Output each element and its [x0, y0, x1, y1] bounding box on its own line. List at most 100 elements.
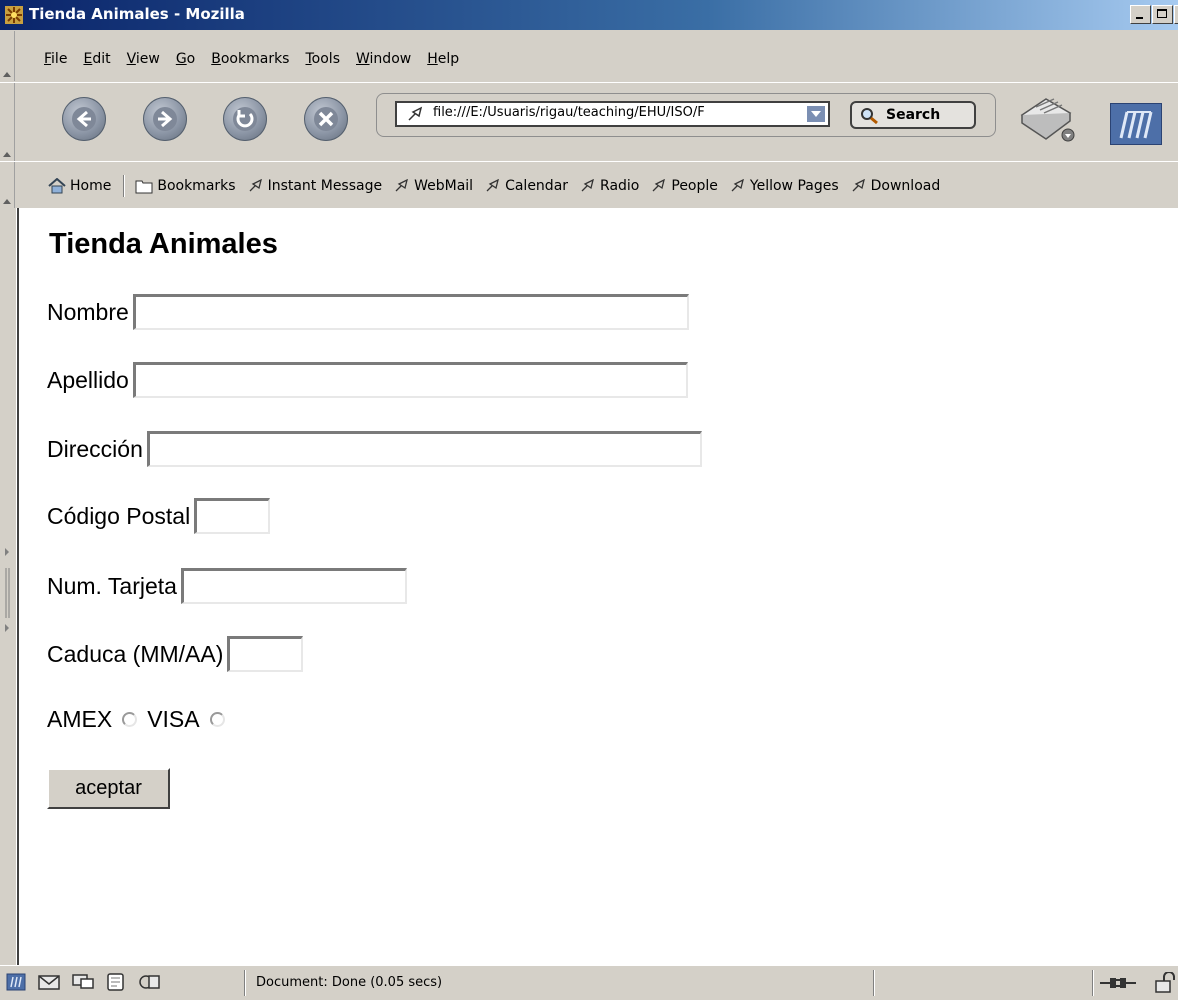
stop-icon: [314, 107, 338, 131]
apellido-input[interactable]: [132, 362, 688, 398]
mozilla-app-icon[interactable]: [5, 6, 23, 24]
form-row-caduca: Caduca (MM/AA): [47, 636, 304, 672]
print-icon[interactable]: [1016, 93, 1082, 145]
menu-window[interactable]: Window: [356, 51, 411, 71]
menu-items: File Edit View Go Bookmarks Tools Window…: [44, 51, 475, 71]
num-tarjeta-label: Num. Tarjeta: [47, 572, 177, 599]
online-status-icon[interactable]: [1100, 974, 1136, 992]
codigo-postal-label: Código Postal: [47, 502, 191, 529]
address-book-icon[interactable]: [138, 973, 160, 991]
menu-view[interactable]: View: [127, 51, 160, 71]
menu-go[interactable]: Go: [176, 51, 195, 71]
bookmark-people[interactable]: People: [651, 178, 718, 194]
menu-edit[interactable]: Edit: [83, 51, 110, 71]
minimize-icon: [1136, 17, 1143, 19]
bookmark-link-icon: [852, 179, 865, 192]
menu-bar: File Edit View Go Bookmarks Tools Window…: [0, 31, 1178, 81]
close-button[interactable]: [1174, 5, 1178, 24]
search-button[interactable]: Search: [850, 101, 976, 129]
stop-button[interactable]: [304, 97, 348, 141]
num-tarjeta-input[interactable]: [180, 568, 407, 604]
bookmark-link-icon: [652, 179, 666, 192]
url-text[interactable]: file:///E:/Usuaris/rigau/teaching/EHU/IS…: [433, 105, 803, 120]
back-arrow-icon: [72, 107, 96, 131]
forward-arrow-icon: [153, 107, 177, 131]
mozilla-throbber-logo[interactable]: [1110, 103, 1162, 145]
mozilla-m-icon: [1119, 111, 1153, 139]
magnifier-icon: [861, 108, 878, 125]
mail-icon[interactable]: [38, 973, 60, 991]
collapse-arrow-icon: [3, 72, 11, 77]
visa-label: VISA: [147, 706, 200, 732]
personal-toolbar-grippy[interactable]: [0, 162, 15, 208]
folder-icon: [135, 180, 153, 193]
bookmark-link-icon: [249, 179, 262, 192]
bookmark-yellow-pages[interactable]: Yellow Pages: [730, 178, 839, 194]
amex-label: AMEX: [47, 706, 113, 732]
collapse-arrow-icon: [3, 152, 11, 157]
url-dropdown-button[interactable]: [806, 105, 826, 123]
caduca-input[interactable]: [227, 636, 304, 672]
home-button[interactable]: Home: [48, 178, 111, 194]
reload-button[interactable]: [223, 97, 267, 141]
bookmarks-label: Bookmarks: [157, 178, 236, 194]
toolbar-separator: [123, 175, 126, 197]
form-row-card-type: AMEX VISA: [47, 706, 235, 733]
home-label: Home: [70, 178, 112, 194]
direccion-input[interactable]: [146, 431, 702, 467]
security-lock-icon[interactable]: [1154, 972, 1176, 994]
back-button[interactable]: [62, 97, 106, 141]
menu-file[interactable]: File: [44, 51, 67, 71]
navigation-toolbar: file:///E:/Usuaris/rigau/teaching/EHU/IS…: [0, 82, 1178, 161]
bookmark-instant-message[interactable]: Instant Message: [248, 178, 382, 194]
url-bar[interactable]: file:///E:/Usuaris/rigau/teaching/EHU/IS…: [395, 101, 830, 127]
status-bar: Document: Done (0.05 secs): [0, 965, 1178, 1000]
bookmark-calendar[interactable]: Calendar: [485, 178, 568, 194]
status-separator: [1092, 970, 1094, 996]
collapse-arrow-icon: [3, 199, 11, 204]
caduca-label: Caduca (MM/AA): [47, 640, 224, 667]
forward-button[interactable]: [143, 97, 187, 141]
bookmark-radio[interactable]: Radio: [580, 178, 639, 194]
form-row-apellido: Apellido: [47, 362, 688, 398]
menu-bar-grippy[interactable]: [0, 31, 15, 81]
codigo-postal-input[interactable]: [194, 498, 271, 534]
sidebar-grip-icon: [5, 548, 10, 632]
menu-bookmarks[interactable]: Bookmarks: [211, 51, 289, 71]
bookmark-link-icon: [581, 179, 594, 192]
sidebar-splitter[interactable]: [0, 208, 17, 965]
form-row-num-tarjeta: Num. Tarjeta: [47, 568, 407, 604]
home-icon: [48, 178, 66, 194]
minimize-button[interactable]: [1130, 5, 1151, 24]
bookmark-download[interactable]: Download: [851, 178, 940, 194]
maximize-button[interactable]: [1152, 5, 1173, 24]
apellido-label: Apellido: [47, 366, 129, 393]
menu-tools[interactable]: Tools: [305, 51, 340, 71]
amex-radio[interactable]: [122, 712, 138, 727]
nombre-input[interactable]: [132, 294, 689, 330]
personal-toolbar-items: Home Bookmarks Instant Message WebMail C…: [48, 175, 952, 197]
navigator-icon[interactable]: [6, 973, 26, 991]
page-proxy-icon[interactable]: [407, 106, 425, 122]
title-bar: Tienda Animales - Mozilla: [0, 0, 1178, 30]
aceptar-button[interactable]: aceptar: [47, 768, 170, 809]
status-separator: [244, 970, 246, 996]
composer-icon[interactable]: [106, 973, 126, 991]
bookmark-webmail[interactable]: WebMail: [394, 178, 473, 194]
bookmark-link-icon: [395, 179, 409, 192]
reload-icon: [233, 107, 257, 131]
component-bar: [6, 973, 160, 991]
search-label: Search: [886, 107, 941, 123]
chat-icon[interactable]: [72, 973, 94, 991]
nav-toolbar-grippy[interactable]: [0, 83, 15, 161]
nombre-label: Nombre: [47, 298, 129, 325]
window-title: Tienda Animales - Mozilla: [29, 5, 245, 23]
bookmarks-button[interactable]: Bookmarks: [135, 178, 236, 194]
page-content: Tienda Animales Nombre Apellido Direcció…: [17, 208, 1178, 965]
menu-help[interactable]: Help: [427, 51, 459, 71]
form-row-direccion: Dirección: [47, 431, 702, 467]
bookmark-link-icon: [486, 179, 499, 192]
direccion-label: Dirección: [47, 435, 143, 462]
visa-radio[interactable]: [209, 712, 225, 727]
page-title: Tienda Animales: [49, 228, 278, 260]
